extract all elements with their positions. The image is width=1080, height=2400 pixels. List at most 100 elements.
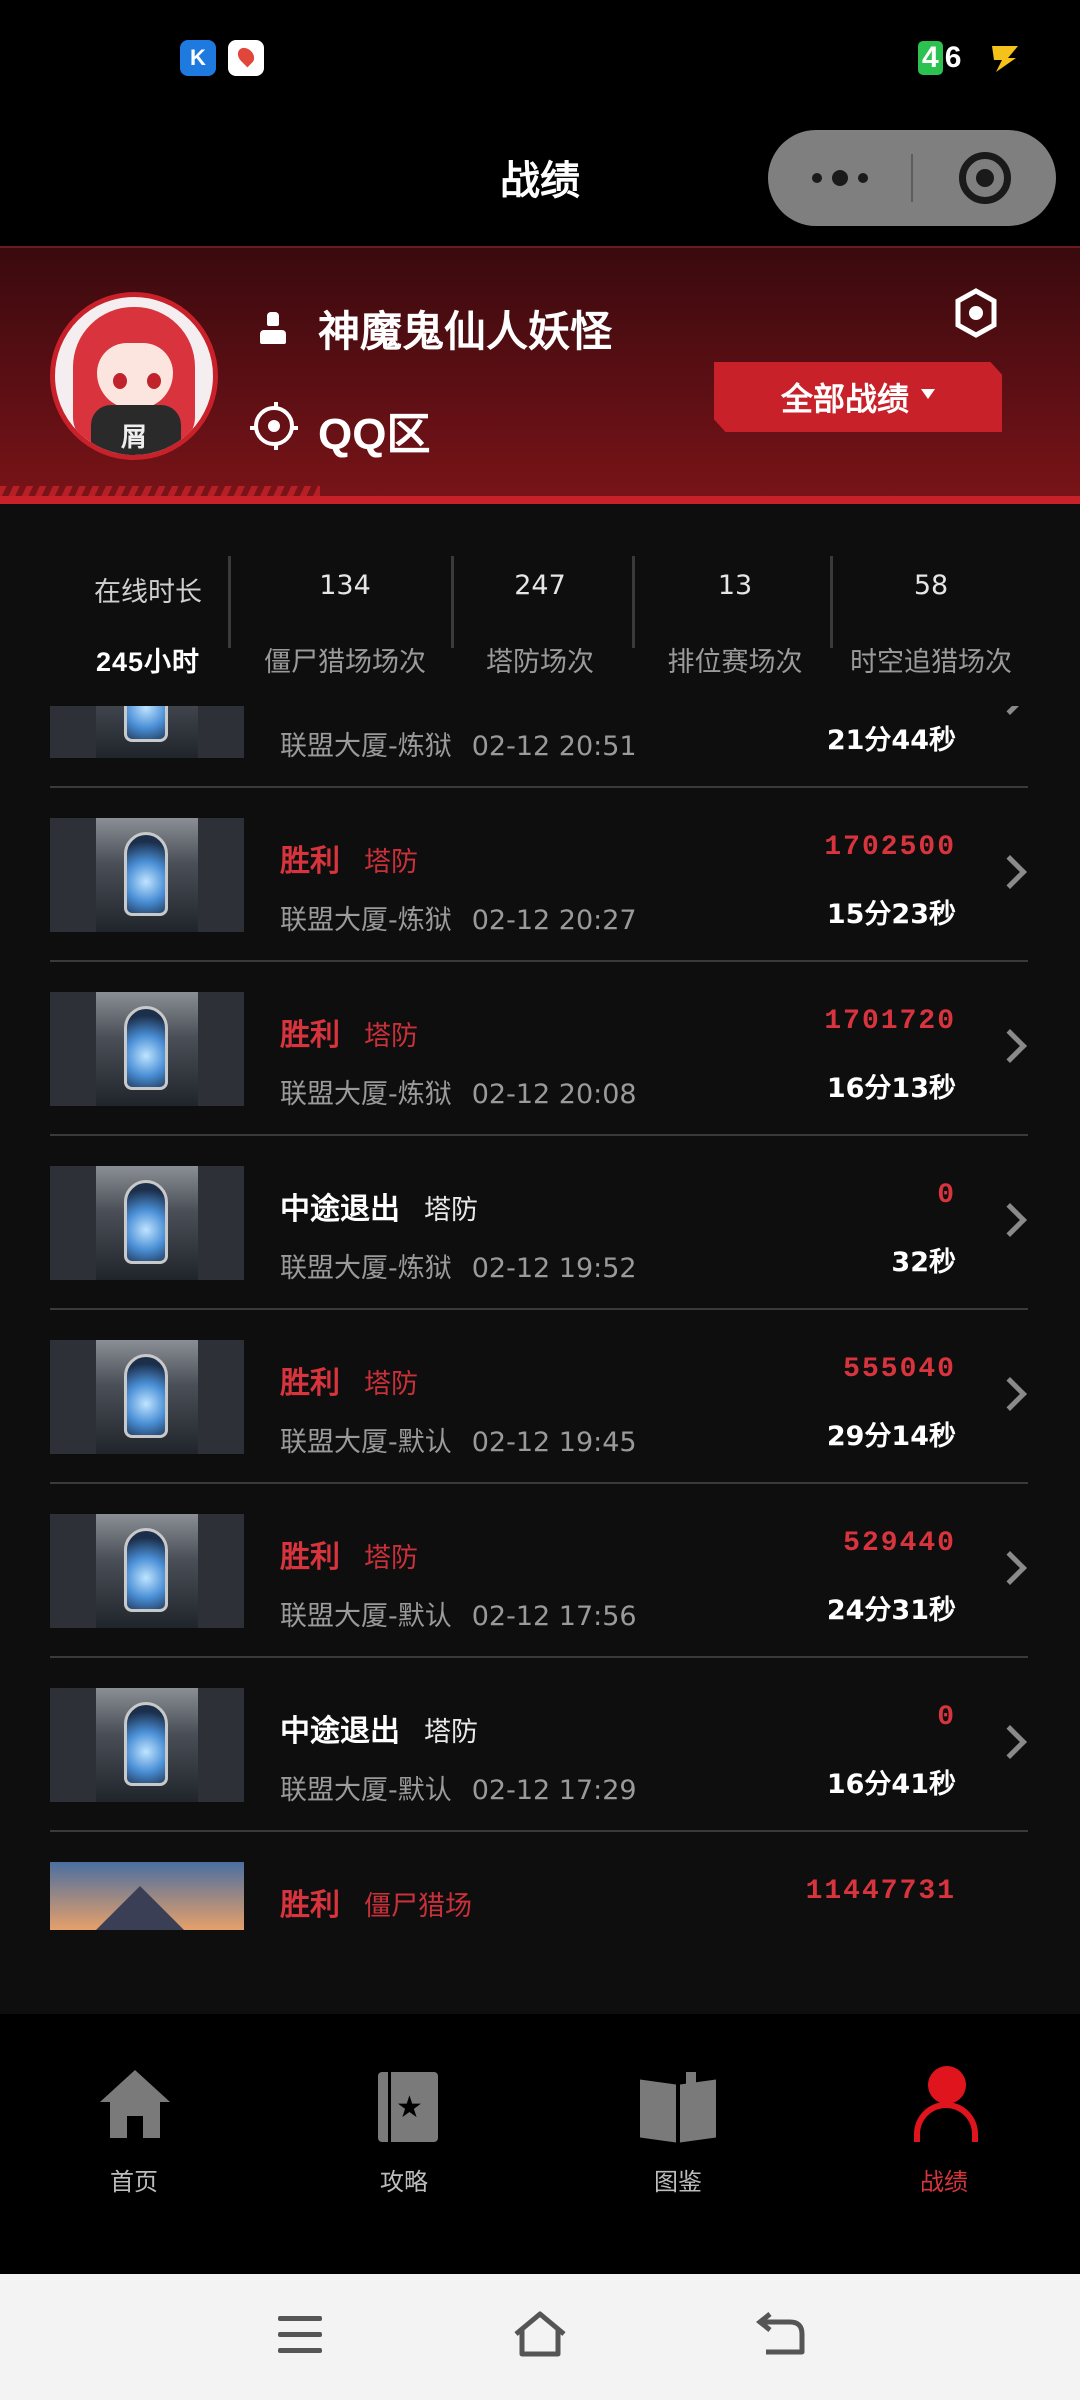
record-duration: 29分14秒 bbox=[826, 1421, 956, 1452]
record-mode: 塔防 bbox=[364, 1369, 418, 1400]
record-row[interactable]: 中途退出 塔防 联盟大厦-默认 02-12 17:29 0 16分41秒 bbox=[0, 1658, 1080, 1832]
close-mini-program-button[interactable] bbox=[913, 130, 1056, 226]
record-duration: 16分13秒 bbox=[826, 1073, 956, 1104]
tab-encyclopedia[interactable]: 图鉴 bbox=[618, 2070, 738, 2196]
map-thumbnail bbox=[50, 818, 244, 932]
record-mode: 塔防 bbox=[364, 1543, 418, 1574]
record-time: 02-12 20:51 bbox=[471, 731, 637, 762]
tab-label: 攻略 bbox=[380, 2168, 428, 2196]
record-row[interactable]: 胜利 塔防 联盟大厦-默认 02-12 19:45 555040 29分14秒 bbox=[0, 1310, 1080, 1484]
stat-zombie-hunt: 134 僵尸猎场场次 bbox=[240, 554, 450, 678]
record-map: 联盟大厦-炼狱 bbox=[280, 731, 452, 762]
stat-value: 13 bbox=[717, 570, 753, 601]
target-close-icon bbox=[958, 152, 1011, 204]
record-result: 胜利 bbox=[280, 844, 340, 879]
avatar[interactable]: 屑 bbox=[50, 292, 218, 460]
tab-label: 战绩 bbox=[920, 2168, 968, 2196]
record-result: 胜利 bbox=[280, 1888, 340, 1923]
record-row[interactable]: 胜利 塔防 联盟大厦-炼狱02-12 20:51 1701700 21分44秒 bbox=[0, 706, 1080, 788]
record-score: 1701720 bbox=[824, 1006, 956, 1037]
stat-label: 时空追猎场次 bbox=[850, 647, 1012, 678]
list-bottom-spacer bbox=[0, 1930, 1080, 2014]
network-indicator: 4 6 bbox=[918, 40, 961, 76]
menu-icon[interactable] bbox=[278, 2316, 322, 2354]
hexagon-settings-icon[interactable] bbox=[954, 288, 998, 338]
chevron-right-icon bbox=[993, 1377, 1027, 1411]
record-person-icon bbox=[912, 2066, 978, 2144]
record-time: 02-12 17:56 bbox=[471, 1601, 637, 1632]
network-label: 6 bbox=[944, 41, 962, 74]
tab-guide[interactable]: ★ 攻略 bbox=[344, 2070, 464, 2196]
record-duration: 16分41秒 bbox=[826, 1769, 956, 1800]
record-mode: 塔防 bbox=[424, 1195, 478, 1226]
stat-online-time: 在线时长 245小时 bbox=[40, 554, 256, 677]
record-mode: 塔防 bbox=[424, 1717, 478, 1748]
more-options-button[interactable] bbox=[768, 130, 911, 226]
stat-value: 245小时 bbox=[95, 647, 201, 677]
all-records-filter-button[interactable]: 全部战绩 bbox=[714, 362, 1002, 432]
record-list[interactable]: 胜利 塔防 联盟大厦-炼狱02-12 20:51 1701700 21分44秒 … bbox=[0, 706, 1080, 1930]
record-result: 胜利 bbox=[280, 1018, 340, 1053]
stat-time-hunt: 58 时空追猎场次 bbox=[836, 554, 1026, 678]
home-icon bbox=[100, 2070, 170, 2140]
record-row[interactable]: 胜利 僵尸猎场 11447731 bbox=[0, 1832, 1080, 1930]
chevron-right-icon bbox=[993, 855, 1027, 889]
guide-book-icon: ★ bbox=[378, 2072, 438, 2142]
record-time: 02-12 20:08 bbox=[471, 1079, 637, 1110]
dropdown-arrow-icon bbox=[921, 389, 935, 399]
record-duration: 32秒 bbox=[891, 1247, 956, 1278]
record-map: 联盟大厦-炼狱 bbox=[280, 1079, 452, 1110]
tab-label: 首页 bbox=[110, 2168, 158, 2196]
system-navigation-bar bbox=[0, 2274, 1080, 2400]
record-result: 胜利 bbox=[280, 1540, 340, 1575]
record-row[interactable]: 中途退出 塔防 联盟大厦-炼狱 02-12 19:52 0 32秒 bbox=[0, 1136, 1080, 1310]
network-badge: 4 bbox=[918, 41, 943, 75]
record-time: 02-12 19:45 bbox=[471, 1427, 637, 1458]
record-map: 联盟大厦-默认 bbox=[280, 1601, 452, 1632]
profile-header: 屑 神魔鬼仙人妖怪 QQ区 全部战绩 bbox=[0, 246, 1080, 504]
mini-program-capsule bbox=[768, 130, 1056, 226]
encyclopedia-icon bbox=[640, 2072, 716, 2143]
record-mode: 塔防 bbox=[364, 847, 418, 878]
record-duration: 15分23秒 bbox=[826, 899, 956, 930]
record-map: 联盟大厦-默认 bbox=[280, 1427, 452, 1458]
map-thumbnail bbox=[50, 706, 244, 758]
record-row[interactable]: 胜利 塔防 联盟大厦-炼狱 02-12 20:08 1701720 16分13秒 bbox=[0, 962, 1080, 1136]
record-score: 0 bbox=[937, 1702, 956, 1733]
record-meta: 联盟大厦-默认 02-12 17:56 bbox=[280, 1594, 637, 1633]
record-duration: 21分44秒 bbox=[826, 725, 956, 756]
record-result: 中途退出 bbox=[280, 1192, 400, 1227]
filter-label: 全部战绩 bbox=[780, 380, 909, 418]
map-thumbnail bbox=[50, 1688, 244, 1802]
record-score: 529440 bbox=[843, 1528, 956, 1559]
chevron-right-icon bbox=[993, 1725, 1027, 1759]
record-row[interactable]: 胜利 塔防 联盟大厦-炼狱 02-12 20:27 1702500 15分23秒 bbox=[0, 788, 1080, 962]
record-map: 联盟大厦-炼狱 bbox=[280, 1253, 452, 1284]
tab-records[interactable]: 战绩 bbox=[884, 2066, 1004, 2196]
user-name: 神魔鬼仙人妖怪 bbox=[318, 307, 613, 356]
stat-label: 塔防场次 bbox=[486, 647, 594, 678]
record-score: 0 bbox=[937, 1180, 956, 1211]
back-icon[interactable] bbox=[755, 2312, 806, 2356]
record-meta: 联盟大厦-炼狱 02-12 20:51 bbox=[280, 724, 637, 763]
record-meta: 联盟大厦-默认 02-12 19:45 bbox=[280, 1420, 637, 1459]
chevron-right-icon bbox=[993, 1203, 1027, 1237]
tab-home[interactable]: 首页 bbox=[74, 2070, 194, 2196]
bottom-tab-bar: 首页 ★ 攻略 图鉴 战绩 bbox=[0, 2014, 1080, 2274]
record-time: 02-12 20:27 bbox=[471, 905, 637, 936]
user-icon bbox=[256, 308, 290, 348]
record-mode: 僵尸猎场 bbox=[364, 1891, 472, 1922]
stat-label: 在线时长 bbox=[94, 577, 202, 608]
charging-icon bbox=[992, 46, 1018, 72]
stats-bar: 在线时长 245小时 134 僵尸猎场场次 247 塔防场次 13 排位赛场次 … bbox=[0, 504, 1080, 706]
record-map: 联盟大厦-默认 bbox=[280, 1775, 452, 1806]
server-name: QQ区 bbox=[318, 410, 431, 459]
stat-ranked: 13 排位赛场次 bbox=[640, 554, 830, 678]
home-button-icon[interactable] bbox=[512, 2310, 568, 2358]
stat-label: 僵尸猎场场次 bbox=[264, 647, 426, 678]
title-bar: 战绩 bbox=[0, 120, 1080, 246]
tab-label: 图鉴 bbox=[654, 2168, 702, 2196]
record-duration: 24分31秒 bbox=[826, 1595, 956, 1626]
record-mode: 塔防 bbox=[364, 1021, 418, 1052]
record-row[interactable]: 胜利 塔防 联盟大厦-默认 02-12 17:56 529440 24分31秒 bbox=[0, 1484, 1080, 1658]
